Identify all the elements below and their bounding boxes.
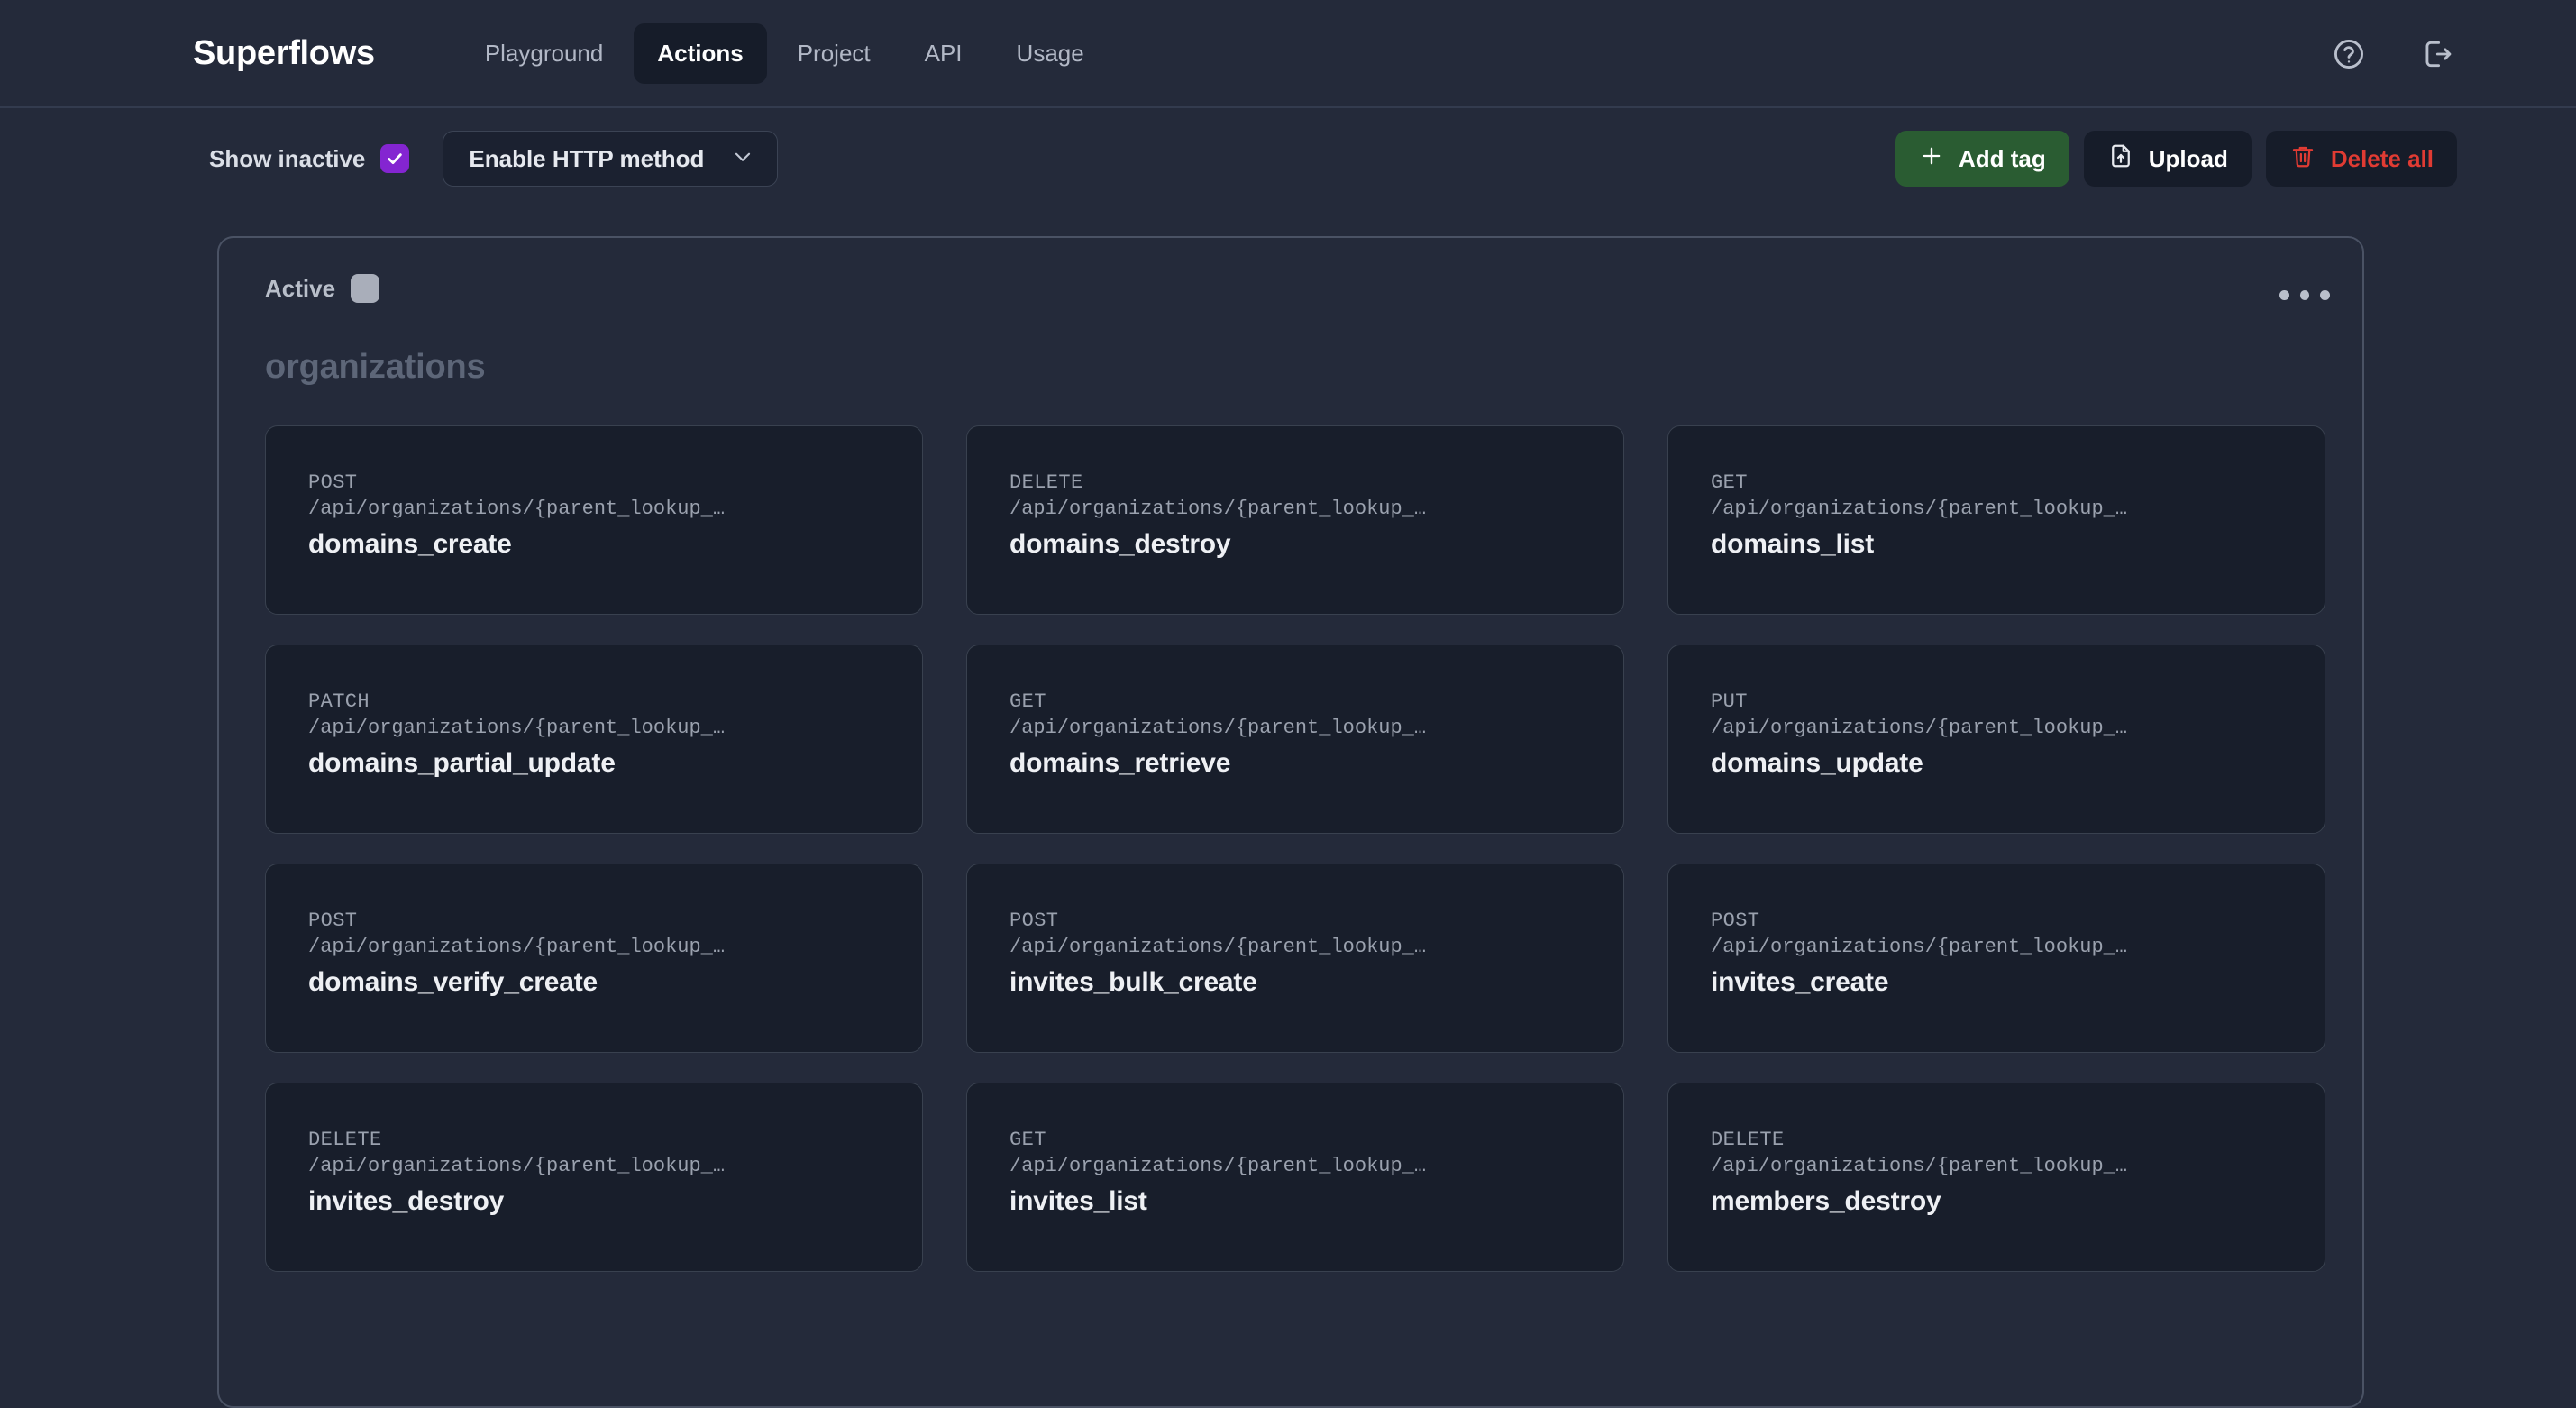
action-path: /api/organizations/{parent_lookup_… [1009,1155,1427,1178]
action-card[interactable]: GET/api/organizations/{parent_lookup_…do… [966,645,1624,834]
action-name: domains_create [308,529,512,560]
show-inactive-label: Show inactive [209,144,366,172]
tab-api[interactable]: API [901,23,986,84]
tag-panel-header: Active [219,238,2362,348]
tab-project[interactable]: Project [774,23,894,84]
action-card[interactable]: POST/api/organizations/{parent_lookup_…d… [265,864,923,1053]
action-path: /api/organizations/{parent_lookup_… [1711,498,2128,521]
tag-title: organizations [265,348,486,386]
action-name: invites_list [1009,1186,1147,1217]
action-method: PUT [1711,690,1748,713]
add-tag-label: Add tag [1958,144,2046,172]
action-name: domains_retrieve [1009,748,1231,779]
enable-http-method-select[interactable]: Enable HTTP method [443,131,779,187]
action-card[interactable]: DELETE/api/organizations/{parent_lookup_… [1667,1083,2325,1272]
ellipsis-dot [2299,289,2310,300]
action-name: domains_destroy [1009,529,1231,560]
action-name: domains_list [1711,529,1874,560]
tab-playground[interactable]: Playground [461,23,627,84]
ellipsis-icon[interactable] [2279,279,2331,310]
action-method: GET [1711,471,1748,494]
action-path: /api/organizations/{parent_lookup_… [1009,936,1427,959]
action-card[interactable]: PATCH/api/organizations/{parent_lookup_…… [265,645,923,834]
action-name: invites_destroy [308,1186,505,1217]
chevron-down-icon [731,145,754,173]
action-method: POST [1711,910,1760,932]
action-path: /api/organizations/{parent_lookup_… [1009,498,1427,521]
action-card[interactable]: GET/api/organizations/{parent_lookup_…in… [966,1083,1624,1272]
logout-icon[interactable] [2417,34,2457,74]
top-navigation-bar: Superflows Playground Actions Project API Us… [0,0,2576,108]
action-method: DELETE [308,1129,382,1151]
action-path: /api/organizations/{parent_lookup_… [1711,717,2128,740]
toolbar-action-buttons: Add tag Upload Delete all [1895,131,2457,187]
active-label: Active [265,274,336,302]
action-card[interactable]: PUT/api/organizations/{parent_lookup_…do… [1667,645,2325,834]
file-upload-icon [2107,142,2134,176]
upload-button[interactable]: Upload [2083,131,2252,187]
app-brand-logo: Superflows [193,33,375,72]
add-tag-button[interactable]: Add tag [1895,131,2069,187]
action-path: /api/organizations/{parent_lookup_… [1711,1155,2128,1178]
action-path: /api/organizations/{parent_lookup_… [308,498,726,521]
top-bar-icon-group [2329,0,2457,108]
actions-toolbar: Show inactive Enable HTTP method Add tag [0,108,2576,209]
main-nav-tabs: Playground Actions Project API Usage [461,23,1108,84]
show-inactive-control[interactable]: Show inactive [209,144,410,173]
action-method: GET [1009,1129,1046,1151]
action-name: domains_update [1711,748,1923,779]
help-circle-icon[interactable] [2329,34,2369,74]
action-card[interactable]: POST/api/organizations/{parent_lookup_…d… [265,425,923,615]
action-name: invites_create [1711,967,1889,998]
ellipsis-dot [2279,289,2289,300]
actions-grid: POST/api/organizations/{parent_lookup_…d… [265,425,2362,1272]
action-method: POST [308,471,358,494]
enable-http-method-value: Enable HTTP method [469,144,705,172]
trash-icon [2289,142,2316,176]
action-path: /api/organizations/{parent_lookup_… [1009,717,1427,740]
action-card[interactable]: POST/api/organizations/{parent_lookup_…i… [966,864,1624,1053]
delete-all-button[interactable]: Delete all [2265,131,2457,187]
action-path: /api/organizations/{parent_lookup_… [308,936,726,959]
action-method: DELETE [1711,1129,1785,1151]
delete-all-label: Delete all [2330,144,2434,172]
upload-label: Upload [2148,144,2228,172]
active-control[interactable]: Active [265,274,2362,303]
action-name: domains_partial_update [308,748,616,779]
tag-panel: Active organizations POST/api/organizati… [217,236,2364,1408]
action-path: /api/organizations/{parent_lookup_… [1711,936,2128,959]
show-inactive-checkbox[interactable] [380,144,410,173]
active-checkbox[interactable] [351,274,380,303]
action-card[interactable]: DELETE/api/organizations/{parent_lookup_… [265,1083,923,1272]
ellipsis-dot [2320,289,2331,300]
action-method: GET [1009,690,1046,713]
action-card[interactable]: DELETE/api/organizations/{parent_lookup_… [966,425,1624,615]
action-method: POST [308,910,358,932]
plus-icon [1919,143,1944,175]
action-method: DELETE [1009,471,1083,494]
action-path: /api/organizations/{parent_lookup_… [308,1155,726,1178]
action-name: members_destroy [1711,1186,1941,1217]
action-card[interactable]: POST/api/organizations/{parent_lookup_…i… [1667,864,2325,1053]
action-name: domains_verify_create [308,967,598,998]
action-name: invites_bulk_create [1009,967,1257,998]
tab-usage[interactable]: Usage [993,23,1108,84]
tab-actions[interactable]: Actions [634,23,767,84]
action-path: /api/organizations/{parent_lookup_… [308,717,726,740]
action-method: PATCH [308,690,370,713]
action-card[interactable]: GET/api/organizations/{parent_lookup_…do… [1667,425,2325,615]
action-method: POST [1009,910,1059,932]
